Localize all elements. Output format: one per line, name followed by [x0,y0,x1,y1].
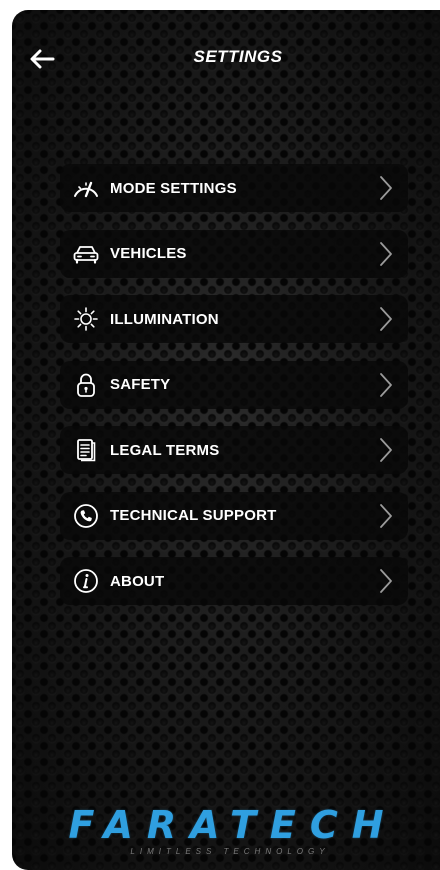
settings-menu: MODE SETTINGS VEHICLES ILLUMINATION SAFE… [60,164,408,623]
menu-item-vehicles[interactable]: VEHICLES [60,229,408,278]
document-icon [66,438,106,462]
phone-icon [66,503,106,529]
menu-item-label: ABOUT [110,572,165,590]
lock-icon [66,372,106,398]
chevron-right-icon [380,307,392,331]
car-icon [66,244,106,264]
page-title: SETTINGS [193,47,283,66]
menu-item-label: VEHICLES [110,245,187,262]
menu-item-about[interactable]: ABOUT [60,557,408,605]
menu-item-mode-settings[interactable]: MODE SETTINGS [60,164,408,212]
header: SETTINGS [12,10,440,110]
chevron-right-icon [380,176,392,200]
speedometer-icon [66,177,106,199]
brand-footer: FARATECH LIMITLESS TECHNOLOGY [12,805,440,856]
chevron-right-icon [380,241,392,266]
chevron-right-icon [380,503,392,528]
menu-item-label: SAFETY [110,376,171,393]
menu-item-label: MODE SETTINGS [110,179,237,197]
chevron-right-icon [380,438,392,462]
menu-item-legal-terms[interactable]: LEGAL TERMS [60,426,408,474]
menu-item-illumination[interactable]: ILLUMINATION [60,295,408,343]
chevron-right-icon [380,569,392,593]
menu-item-safety[interactable]: SAFETY [60,360,408,409]
menu-item-label: TECHNICAL SUPPORT [110,507,277,524]
menu-item-technical-support[interactable]: TECHNICAL SUPPORT [60,491,408,540]
brand-tagline: LIMITLESS TECHNOLOGY [130,847,330,856]
app-screen: SETTINGS MODE SETTINGS VEHICLES ILLUMINA… [12,10,440,870]
menu-item-label: LEGAL TERMS [110,441,220,459]
info-icon [66,568,106,594]
chevron-right-icon [380,372,392,397]
menu-item-label: ILLUMINATION [110,310,219,328]
brand-logo: FARATECH [68,803,398,847]
sun-icon [66,306,106,332]
